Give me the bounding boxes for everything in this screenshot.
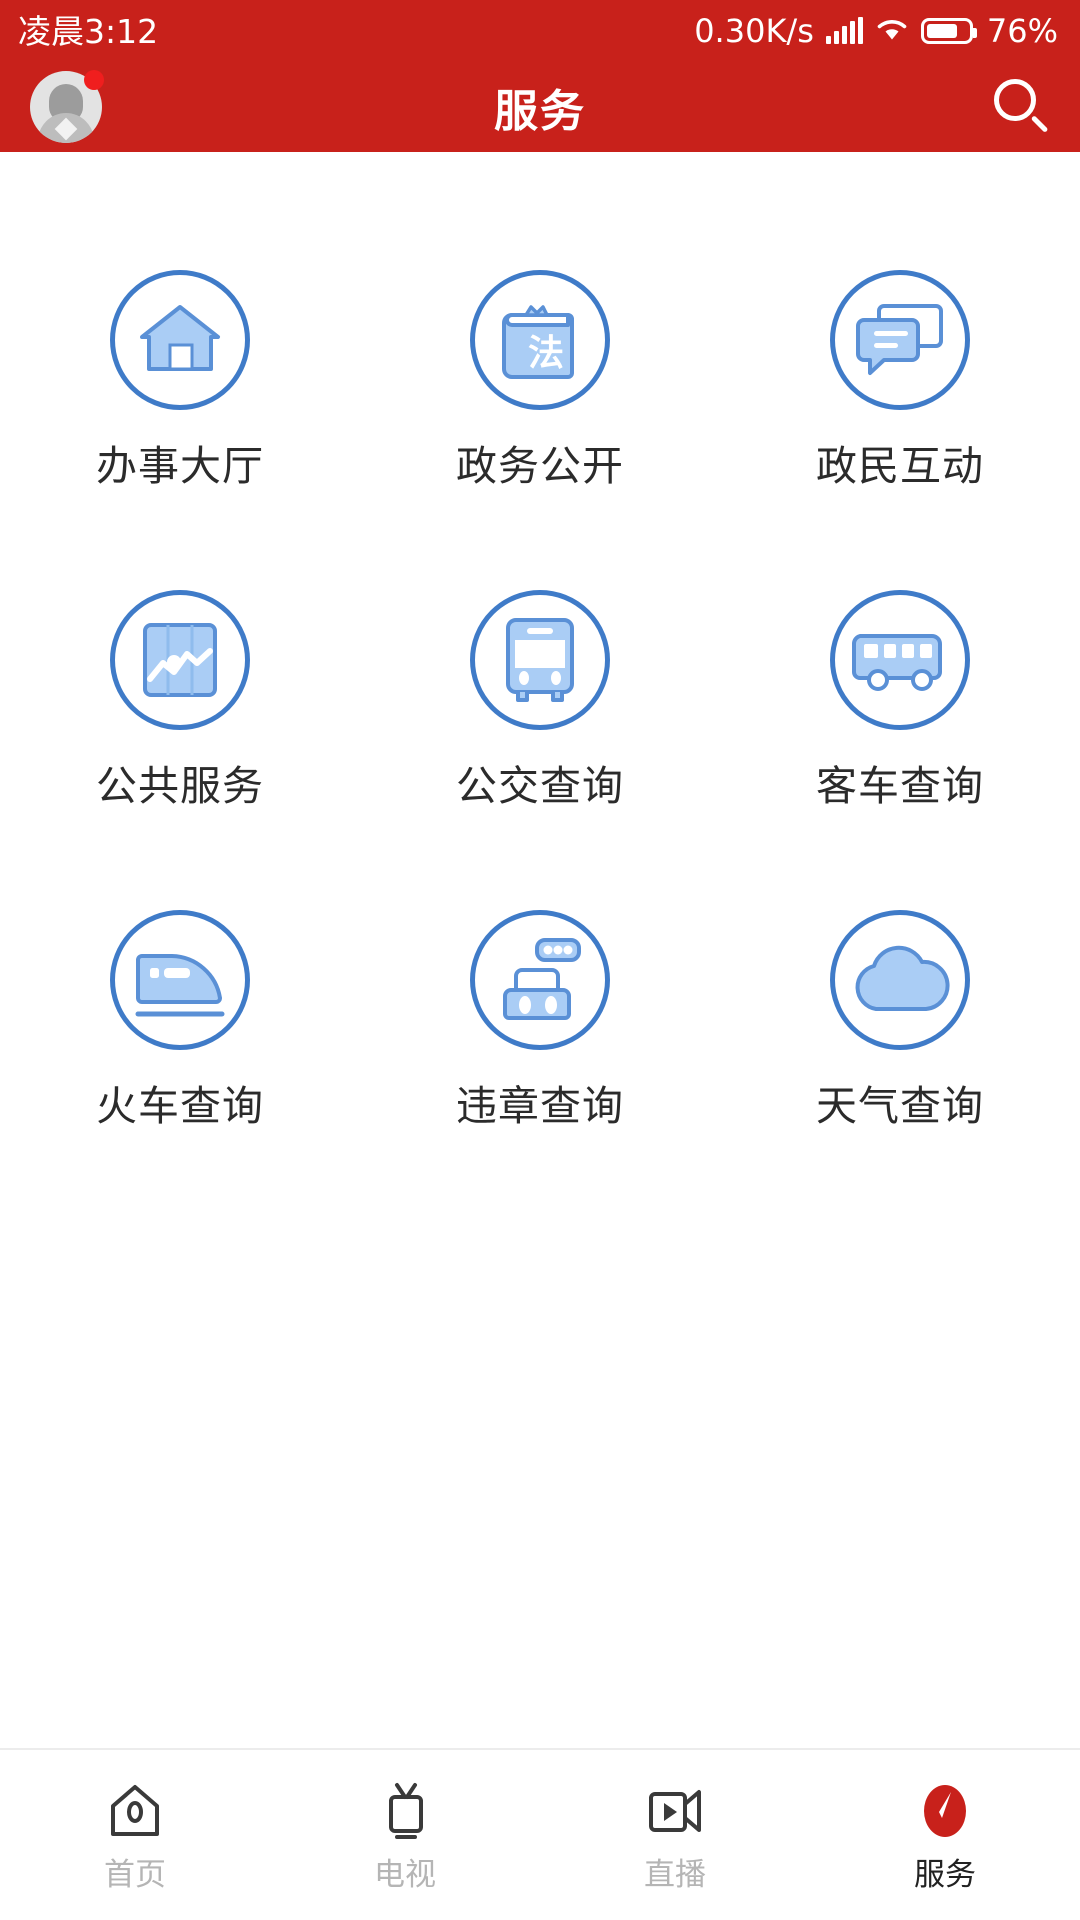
- status-indicators: 0.30K/s 76%: [694, 15, 1058, 47]
- service-label: 违章查询: [456, 1082, 624, 1130]
- tab-label: 电视: [374, 1856, 436, 1893]
- service-label: 公交查询: [456, 762, 624, 810]
- battery-icon: [920, 18, 977, 44]
- tab-live[interactable]: 直播: [540, 1780, 810, 1891]
- live-video-icon: [649, 1789, 701, 1832]
- service-tile-gov-disclosure[interactable]: 法 政务公开: [360, 270, 720, 487]
- service-label: 政务公开: [456, 442, 624, 490]
- status-time: 凌晨3:12: [18, 11, 159, 51]
- icon-circle: [830, 270, 970, 410]
- service-tile-train-query[interactable]: 火车查询: [0, 910, 360, 1127]
- law-glyph: 法: [528, 333, 564, 374]
- service-tile-hall[interactable]: 办事大厅: [0, 270, 360, 487]
- icon-circle: [110, 910, 250, 1050]
- tv-icon: [389, 1782, 423, 1839]
- icon-circle: [830, 590, 970, 730]
- service-grid: 办事大厅 法 政务公开 政民互动 公共服务 公交查询 客车查询 火车查询 违章查…: [0, 152, 1080, 1127]
- app-header: 服务: [0, 62, 1080, 152]
- service-tile-bus-query[interactable]: 公交查询: [360, 590, 720, 807]
- coach-bus-icon: [852, 634, 942, 691]
- signal-bars-icon: [825, 17, 863, 44]
- search-button[interactable]: [990, 77, 1050, 137]
- search-icon: [994, 79, 1036, 121]
- icon-circle: [470, 590, 610, 730]
- battery-percent-text: 76%: [986, 12, 1058, 50]
- tab-tv[interactable]: 电视: [270, 1780, 540, 1891]
- service-label: 办事大厅: [96, 442, 264, 490]
- service-tile-coach-query[interactable]: 客车查询: [720, 590, 1080, 807]
- bottom-tab-bar: 首页 电视 直播 服务: [0, 1748, 1080, 1920]
- service-tile-public-service[interactable]: 公共服务: [0, 590, 360, 807]
- status-bar: 凌晨3:12 0.30K/s 76%: [0, 0, 1080, 62]
- page-title: 服务: [494, 86, 586, 137]
- chat-bubbles-icon: [856, 304, 943, 375]
- notification-badge: [84, 70, 104, 90]
- service-label: 公共服务: [96, 762, 264, 810]
- tab-label: 首页: [104, 1856, 166, 1893]
- home-icon: [111, 1784, 159, 1836]
- service-tile-violation-query[interactable]: 违章查询: [360, 910, 720, 1127]
- icon-circle: [470, 910, 610, 1050]
- icon-circle: [110, 270, 250, 410]
- tab-service[interactable]: 服务: [810, 1780, 1080, 1891]
- wifi-icon: [875, 16, 909, 46]
- avatar-button[interactable]: [30, 70, 104, 143]
- chart-panel-icon: [143, 623, 217, 697]
- traffic-violation-icon: [503, 938, 581, 1020]
- service-label: 客车查询: [816, 762, 984, 810]
- icon-circle: 法: [470, 270, 610, 410]
- icon-circle: [110, 590, 250, 730]
- tab-home[interactable]: 首页: [0, 1780, 270, 1891]
- tab-label: 服务: [914, 1856, 976, 1893]
- service-tile-weather-query[interactable]: 天气查询: [720, 910, 1080, 1127]
- tab-label: 直播: [644, 1856, 706, 1893]
- train-icon: [135, 954, 225, 1017]
- bus-front-icon: [506, 618, 574, 702]
- house-icon: [140, 305, 220, 371]
- compass-icon: [924, 1784, 966, 1837]
- service-tile-interaction[interactable]: 政民互动: [720, 270, 1080, 487]
- icon-circle: [830, 910, 970, 1050]
- cloud-icon: [855, 945, 950, 1011]
- network-speed-text: 0.30K/s: [694, 12, 814, 50]
- service-label: 天气查询: [816, 1082, 984, 1130]
- service-label: 火车查询: [96, 1082, 264, 1130]
- service-label: 政民互动: [816, 442, 984, 490]
- law-book-icon: 法: [502, 305, 574, 379]
